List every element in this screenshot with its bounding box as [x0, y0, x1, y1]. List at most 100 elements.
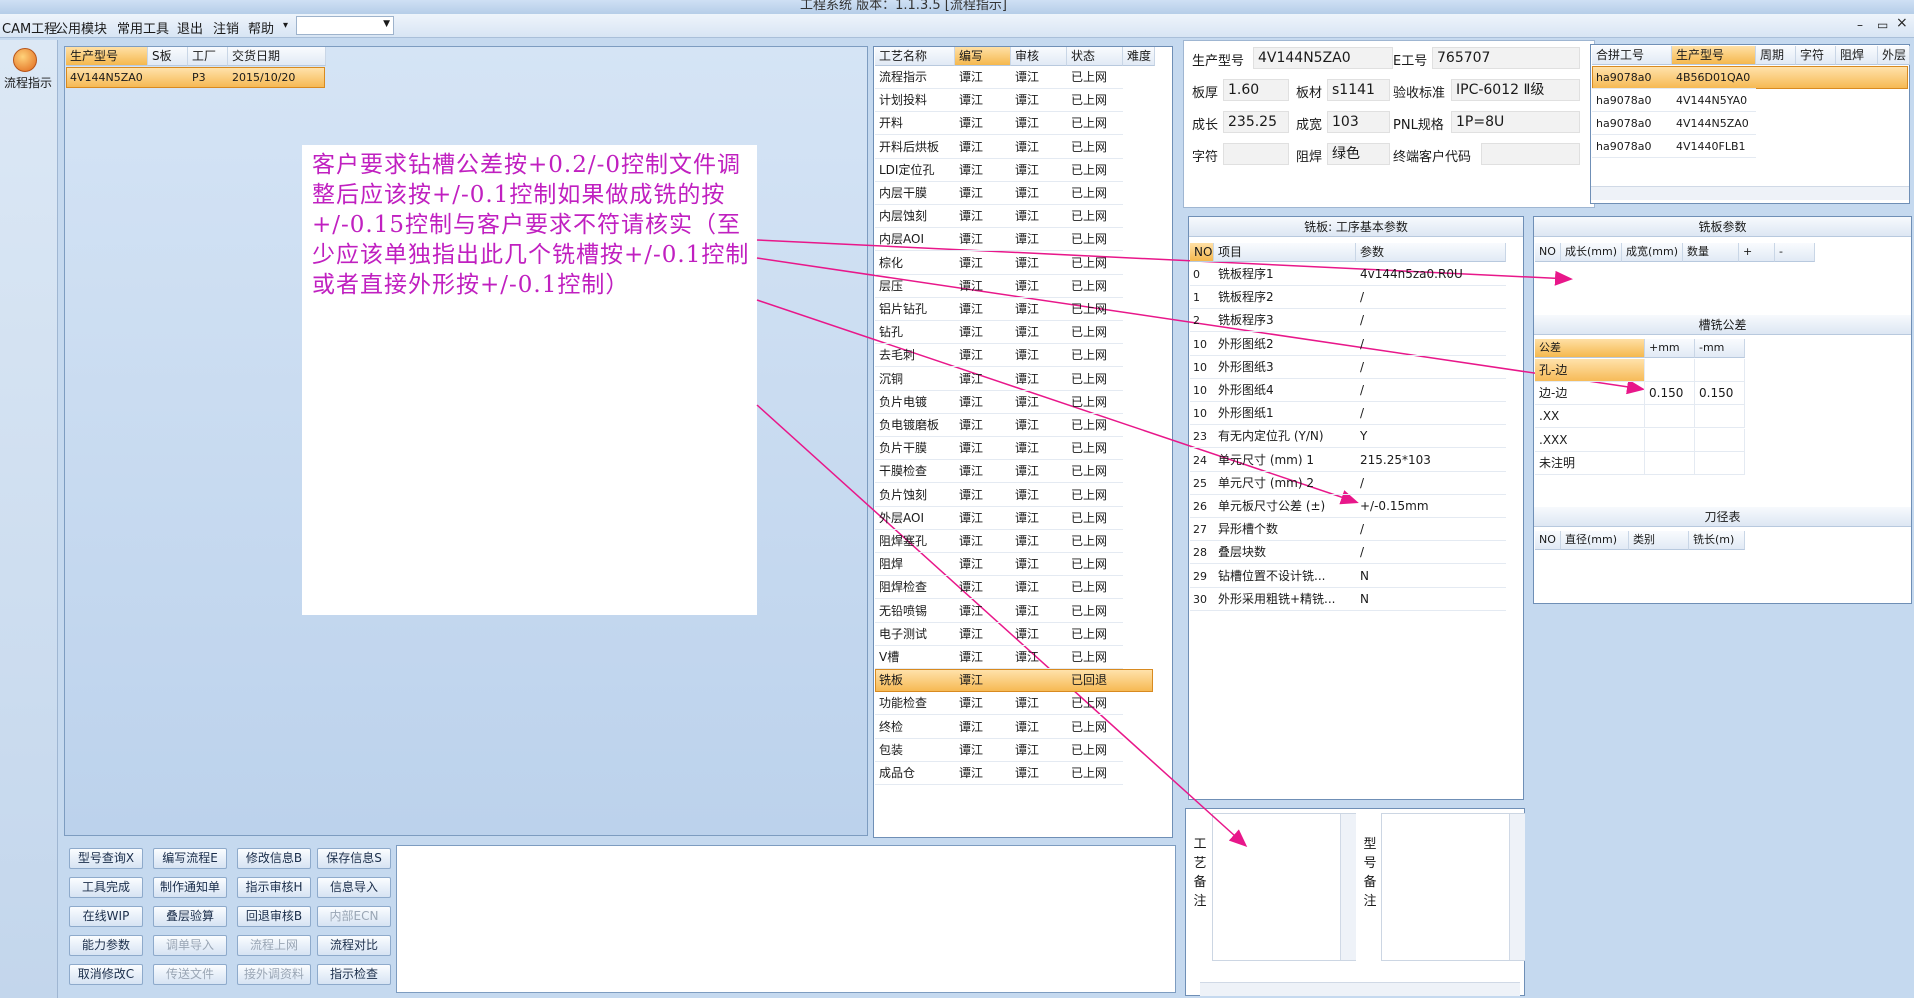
action-button[interactable]: 流程上网	[237, 935, 311, 956]
process-cell[interactable]: 终检	[875, 716, 955, 739]
merge-header-2[interactable]: 周期	[1756, 46, 1796, 65]
restore-button[interactable]: ▭	[1877, 18, 1888, 32]
process-cell[interactable]: 层压	[875, 275, 955, 298]
mill-board-header-5[interactable]: -	[1775, 243, 1815, 262]
mill-cell[interactable]: /	[1356, 472, 1506, 495]
slot-tol-cell[interactable]: 0.150	[1695, 382, 1745, 406]
mill-cell[interactable]: /	[1356, 309, 1506, 333]
mill-board-header-0[interactable]: NO	[1535, 243, 1561, 262]
mill-header-1[interactable]: 项目	[1214, 243, 1356, 262]
flow-indicator-icon[interactable]	[13, 48, 37, 72]
mill-cell[interactable]: /	[1356, 518, 1506, 542]
merge-h-scrollbar[interactable]	[1591, 186, 1909, 200]
mill-header-0[interactable]: NO	[1190, 243, 1214, 262]
merge-header-5[interactable]: 外层	[1878, 46, 1910, 65]
process-cell[interactable]: 无铅喷锡	[875, 600, 955, 623]
action-button[interactable]: 信息导入	[317, 877, 391, 898]
help-arrow-icon[interactable]: ▾	[283, 20, 288, 31]
slot-tol-cell[interactable]	[1645, 405, 1695, 429]
action-button[interactable]: 型号查询X	[69, 848, 143, 869]
action-button[interactable]: 指示检查	[317, 964, 391, 985]
order-header-1[interactable]: S板	[148, 47, 188, 66]
mill-cell[interactable]: N	[1356, 565, 1506, 588]
minimize-button[interactable]: –	[1857, 18, 1863, 32]
slot-tol-cell[interactable]: 0.150	[1645, 382, 1695, 406]
mill-board-header-2[interactable]: 成宽(mm)	[1622, 243, 1683, 262]
action-button[interactable]: 在线WIP	[69, 906, 143, 927]
action-button[interactable]: 编写流程E	[153, 848, 227, 869]
mill-cell[interactable]: +/-0.15mm	[1356, 495, 1506, 518]
menu-logout[interactable]: 注销	[213, 18, 239, 37]
order-header-0[interactable]: 生产型号	[66, 47, 148, 66]
process-cell[interactable]: 棕化	[875, 252, 955, 275]
menu-cam[interactable]: CAM工程	[2, 18, 57, 37]
mill-header-2[interactable]: 参数	[1356, 243, 1506, 262]
process-cell[interactable]: 内层干膜	[875, 182, 955, 205]
slot-tol-cell[interactable]	[1645, 451, 1695, 475]
slot-tol-cell[interactable]	[1645, 428, 1695, 452]
process-header-2[interactable]: 审核	[1011, 47, 1067, 66]
action-button[interactable]: 调单导入	[153, 935, 227, 956]
slot-tol-cell[interactable]	[1695, 359, 1745, 382]
process-cell[interactable]: 阻焊检查	[875, 576, 955, 600]
mill-cell[interactable]: /	[1356, 356, 1506, 379]
process-cell[interactable]: V槽	[875, 646, 955, 669]
process-cell[interactable]: 沉铜	[875, 368, 955, 391]
process-remark-scrollbar[interactable]	[1340, 814, 1356, 960]
action-button[interactable]: 接外调资料	[237, 964, 311, 985]
tool-header-1[interactable]: 直径(mm)	[1561, 531, 1629, 550]
process-cell[interactable]: 成品仓	[875, 762, 955, 785]
close-button[interactable]: ×	[1896, 15, 1908, 31]
mill-board-header-1[interactable]: 成长(mm)	[1561, 243, 1622, 262]
action-button[interactable]: 修改信息B	[237, 848, 311, 869]
process-cell[interactable]: 阻焊	[875, 553, 955, 577]
mill-board-header-3[interactable]: 数量	[1683, 243, 1739, 262]
action-button[interactable]: 叠层验算	[153, 906, 227, 927]
menu-combo[interactable]: ▼	[296, 16, 394, 35]
order-header-2[interactable]: 工厂	[188, 47, 228, 66]
process-header-0[interactable]: 工艺名称	[875, 47, 955, 66]
mill-cell[interactable]: N	[1356, 588, 1506, 611]
action-button[interactable]: 内部ECN	[317, 906, 391, 927]
process-cell[interactable]: 开料后烘板	[875, 136, 955, 159]
tool-header-2[interactable]: 类别	[1629, 531, 1689, 550]
merge-header-3[interactable]: 字符	[1796, 46, 1836, 65]
process-cell[interactable]: 包装	[875, 739, 955, 762]
process-cell[interactable]: 干膜检查	[875, 460, 955, 484]
menu-tools[interactable]: 常用工具	[117, 18, 169, 37]
tool-header-3[interactable]: 铣长(m)	[1689, 531, 1745, 550]
merge-header-0[interactable]: 合拼工号	[1592, 46, 1672, 65]
menu-help[interactable]: 帮助	[248, 18, 274, 37]
remarks-h-scrollbar[interactable]	[1200, 982, 1520, 996]
action-button[interactable]: 回退审核B	[237, 906, 311, 927]
message-textarea[interactable]	[396, 845, 1176, 993]
process-header-1[interactable]: 编写	[955, 47, 1011, 66]
action-button[interactable]: 取消修改C	[69, 964, 143, 985]
process-cell[interactable]: 内层蚀刻	[875, 205, 955, 229]
action-button[interactable]: 流程对比	[317, 935, 391, 956]
process-cell[interactable]: 功能检查	[875, 692, 955, 716]
process-cell[interactable]: 内层AOI	[875, 228, 955, 252]
mill-cell[interactable]: 215.25*103	[1356, 449, 1506, 472]
menu-common-module[interactable]: 公用模块	[55, 18, 107, 37]
process-header-4[interactable]: 难度	[1123, 47, 1155, 66]
mill-cell[interactable]: /	[1356, 379, 1506, 402]
process-cell[interactable]: 阻焊塞孔	[875, 530, 955, 553]
process-cell[interactable]: 电子测试	[875, 623, 955, 646]
action-button[interactable]: 传送文件	[153, 964, 227, 985]
process-remark-input[interactable]	[1212, 813, 1356, 961]
model-remark-input[interactable]	[1381, 813, 1525, 961]
slot-tol-cell[interactable]	[1695, 451, 1745, 475]
slot-tol-header-0[interactable]: 公差	[1535, 339, 1645, 358]
mill-cell[interactable]: /	[1356, 402, 1506, 426]
process-cell[interactable]: 钻孔	[875, 321, 955, 345]
process-cell[interactable]: 开料	[875, 112, 955, 136]
action-button[interactable]: 保存信息S	[317, 848, 391, 869]
slot-tol-cell[interactable]	[1645, 359, 1695, 382]
slot-tol-cell[interactable]	[1695, 405, 1745, 429]
process-cell[interactable]: 负片电镀	[875, 391, 955, 414]
process-cell[interactable]: 外层AOI	[875, 507, 955, 530]
slot-tol-header-2[interactable]: -mm	[1695, 339, 1745, 358]
mill-cell[interactable]: /	[1356, 286, 1506, 310]
process-cell[interactable]: 铣板	[875, 669, 955, 692]
